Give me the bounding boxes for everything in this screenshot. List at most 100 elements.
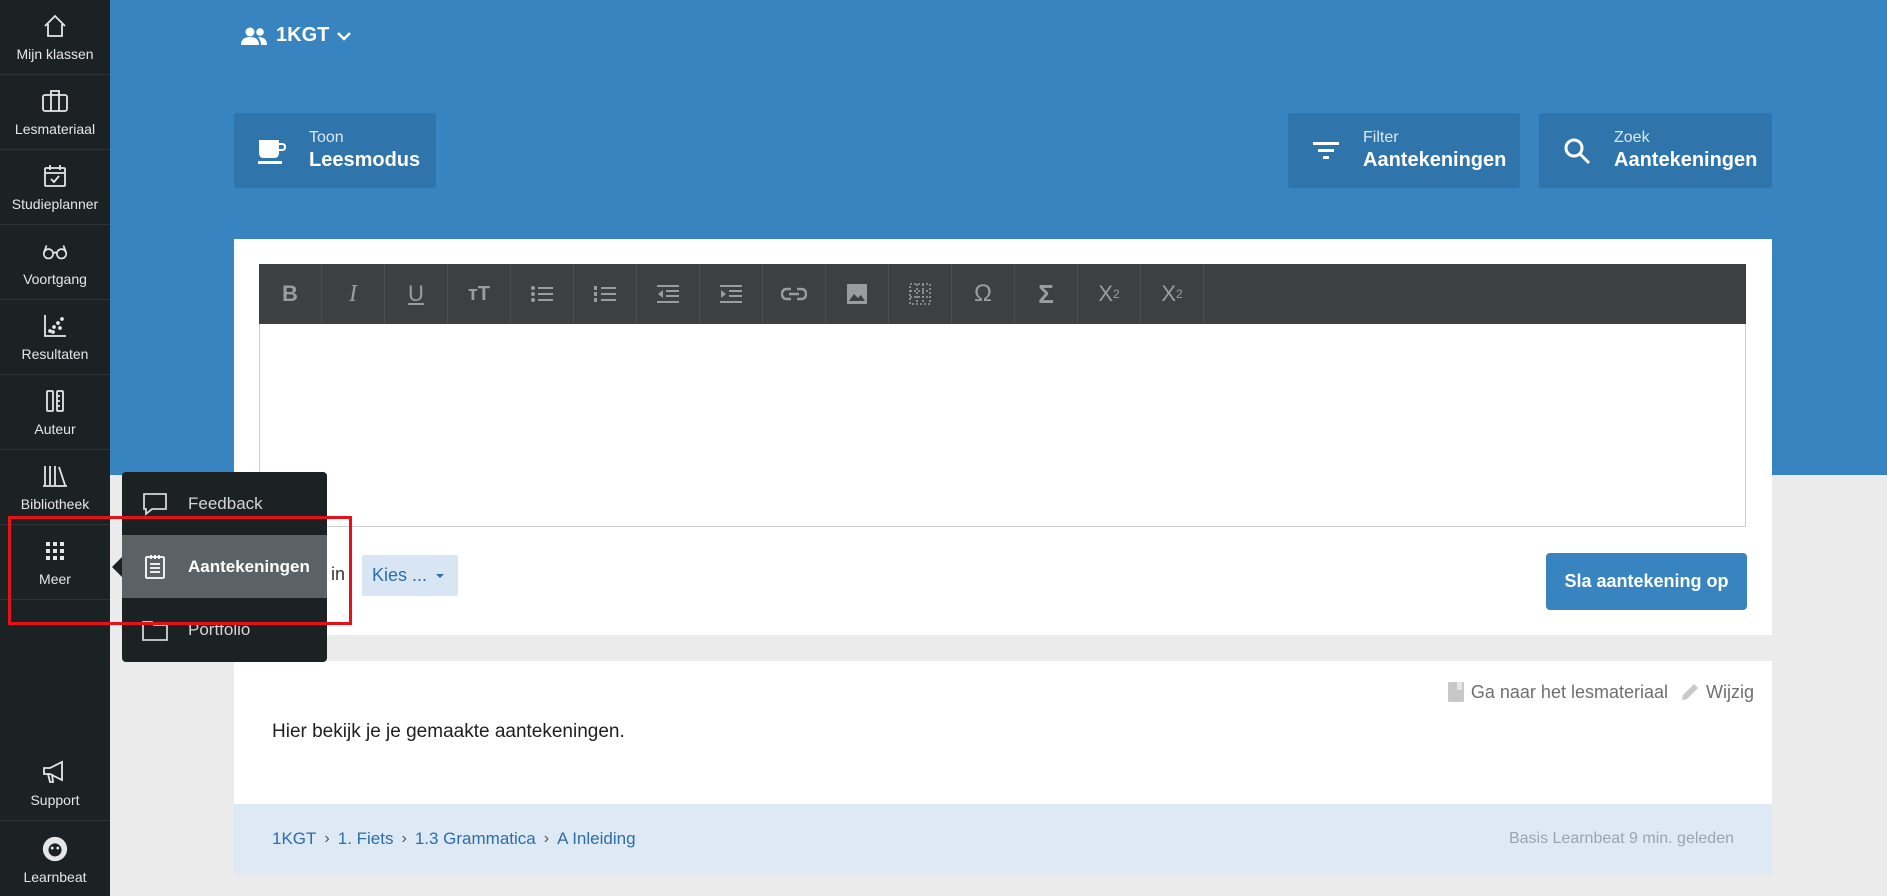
class-name: 1KGT — [276, 24, 330, 46]
note-text-area[interactable] — [259, 324, 1746, 527]
menu-item-aantekeningen[interactable]: Aantekeningen — [122, 535, 327, 598]
learnbeat-logo-icon — [41, 835, 69, 863]
chevron-right-icon: › — [401, 830, 407, 847]
breadcrumb-item[interactable]: 1. Fiets — [338, 829, 394, 849]
note-footer: 1KGT › 1. Fiets › 1.3 Grammatica › A Inl… — [234, 804, 1772, 874]
sidebar-item-support[interactable]: Support — [0, 746, 110, 821]
note-text: Hier bekijk je je gemaakte aantekeningen… — [272, 721, 625, 742]
breadcrumb-item[interactable]: 1.3 Grammatica — [415, 829, 536, 849]
chevron-down-icon — [337, 31, 352, 41]
speech-bubble-icon — [122, 491, 188, 517]
in-label: in — [331, 564, 346, 584]
sidebar-item-meer[interactable]: Meer — [0, 525, 110, 600]
outdent-icon[interactable] — [637, 264, 700, 324]
home-icon — [41, 12, 69, 40]
sidebar-item-resultaten[interactable]: Resultaten — [0, 300, 110, 375]
briefcase-icon — [41, 87, 69, 115]
menu-item-feedback[interactable]: Feedback — [122, 472, 327, 535]
search-notes-button[interactable]: Zoek Aantekeningen — [1539, 113, 1772, 188]
read-mode-caption: Toon — [309, 129, 344, 146]
people-icon — [241, 27, 267, 45]
notepad-icon — [122, 554, 188, 580]
location-select[interactable]: Kies ... — [362, 555, 458, 596]
books-icon — [41, 462, 69, 490]
book-icon — [1447, 682, 1464, 702]
menu-item-label: Portfolio — [188, 619, 251, 639]
sidebar: Mijn klassen Lesmateriaal Studieplanner … — [0, 0, 110, 896]
caret-down-icon — [436, 573, 445, 578]
sidebar-item-label: Studieplanner — [11, 196, 99, 212]
link-icon[interactable] — [763, 264, 826, 324]
bold-icon[interactable]: B — [259, 264, 322, 324]
read-mode-label: Leesmodus — [309, 149, 421, 171]
text-size-icon[interactable]: тT — [448, 264, 511, 324]
filter-caption: Filter — [1363, 129, 1399, 146]
class-selector[interactable]: 1KGT — [240, 24, 361, 47]
filter-label: Aantekeningen — [1363, 149, 1507, 171]
sidebar-item-learnbeat[interactable]: Learnbeat — [0, 824, 110, 896]
sigma-icon[interactable]: Σ — [1015, 264, 1078, 324]
underline-icon[interactable]: U — [385, 264, 448, 324]
sidebar-item-label: Resultaten — [21, 346, 89, 362]
location-select-value: Kies ... — [372, 565, 428, 585]
sidebar-item-label: Voortgang — [23, 271, 87, 287]
sidebar-item-voortgang[interactable]: Voortgang — [0, 225, 110, 300]
breadcrumb-item[interactable]: 1KGT — [272, 829, 316, 849]
table-icon[interactable] — [889, 264, 952, 324]
omega-icon[interactable]: Ω — [952, 264, 1015, 324]
sidebar-item-label: Meer — [39, 571, 71, 587]
save-note-button[interactable]: Sla aantekening op — [1546, 553, 1747, 610]
menu-item-portfolio[interactable]: Portfolio — [122, 598, 327, 661]
sidebar-item-auteur[interactable]: Auteur — [0, 375, 110, 450]
sidebar-item-label: Auteur — [34, 421, 76, 437]
sidebar-item-label: Lesmateriaal — [14, 121, 96, 137]
edit-note-link[interactable]: Wijzig — [1680, 682, 1754, 703]
breadcrumb: 1KGT › 1. Fiets › 1.3 Grammatica › A Inl… — [272, 804, 636, 874]
scatter-chart-icon — [41, 312, 69, 340]
note-actions: Ga naar het lesmateriaal Wijzig — [1435, 681, 1754, 703]
pen-ruler-icon — [41, 387, 69, 415]
goto-material-label: Ga naar het lesmateriaal — [1470, 681, 1668, 702]
search-label: Aantekeningen — [1614, 149, 1758, 171]
menu-item-label: Aantekeningen — [188, 556, 310, 576]
more-menu-popover: Feedback Aantekeningen Portfolio — [122, 472, 327, 662]
popover-arrow — [112, 557, 122, 577]
indent-icon[interactable] — [700, 264, 763, 324]
chevron-right-icon: › — [324, 830, 330, 847]
megaphone-icon — [41, 758, 69, 786]
sidebar-item-label: Mijn klassen — [16, 46, 94, 62]
glasses-icon — [41, 237, 69, 265]
note-meta: Basis Learnbeat 9 min. geleden — [1508, 830, 1734, 847]
sidebar-item-lesmateriaal[interactable]: Lesmateriaal — [0, 75, 110, 150]
italic-icon[interactable]: I — [322, 264, 385, 324]
read-mode-button[interactable]: Toon Leesmodus — [234, 113, 436, 188]
sidebar-item-label: Bibliotheek — [20, 496, 90, 512]
goto-material-link[interactable]: Ga naar het lesmateriaal — [1447, 681, 1668, 703]
breadcrumb-item[interactable]: A Inleiding — [557, 829, 635, 849]
numbered-list-icon[interactable] — [574, 264, 637, 324]
sidebar-item-bibliotheek[interactable]: Bibliotheek — [0, 450, 110, 525]
filter-icon — [1288, 140, 1363, 162]
search-icon — [1539, 137, 1614, 165]
search-caption: Zoek — [1614, 129, 1650, 146]
editor-toolbar: B I U тT Ω Σ X2 X2 — [259, 264, 1746, 324]
subscript-icon[interactable]: X2 — [1078, 264, 1141, 324]
pencil-icon — [1682, 684, 1698, 700]
menu-item-label: Feedback — [188, 493, 263, 513]
filter-notes-button[interactable]: Filter Aantekeningen — [1288, 113, 1520, 188]
image-icon[interactable] — [826, 264, 889, 324]
superscript-icon[interactable]: X2 — [1141, 264, 1204, 324]
grid-icon — [41, 537, 69, 565]
edit-note-label: Wijzig — [1706, 681, 1754, 702]
note-card: Ga naar het lesmateriaal Wijzig Hier bek… — [234, 661, 1772, 874]
sidebar-item-mijn-klassen[interactable]: Mijn klassen — [0, 0, 110, 75]
sidebar-item-label: Support — [30, 792, 80, 808]
calendar-check-icon — [41, 162, 69, 190]
sidebar-item-label: Learnbeat — [23, 869, 87, 885]
folder-icon — [122, 618, 188, 642]
sidebar-item-studieplanner[interactable]: Studieplanner — [0, 150, 110, 225]
coffee-cup-icon — [234, 136, 309, 166]
note-editor-card: B I U тT Ω Σ X2 X2 — [234, 239, 1772, 635]
bullet-list-icon[interactable] — [511, 264, 574, 324]
chevron-right-icon: › — [543, 830, 550, 847]
